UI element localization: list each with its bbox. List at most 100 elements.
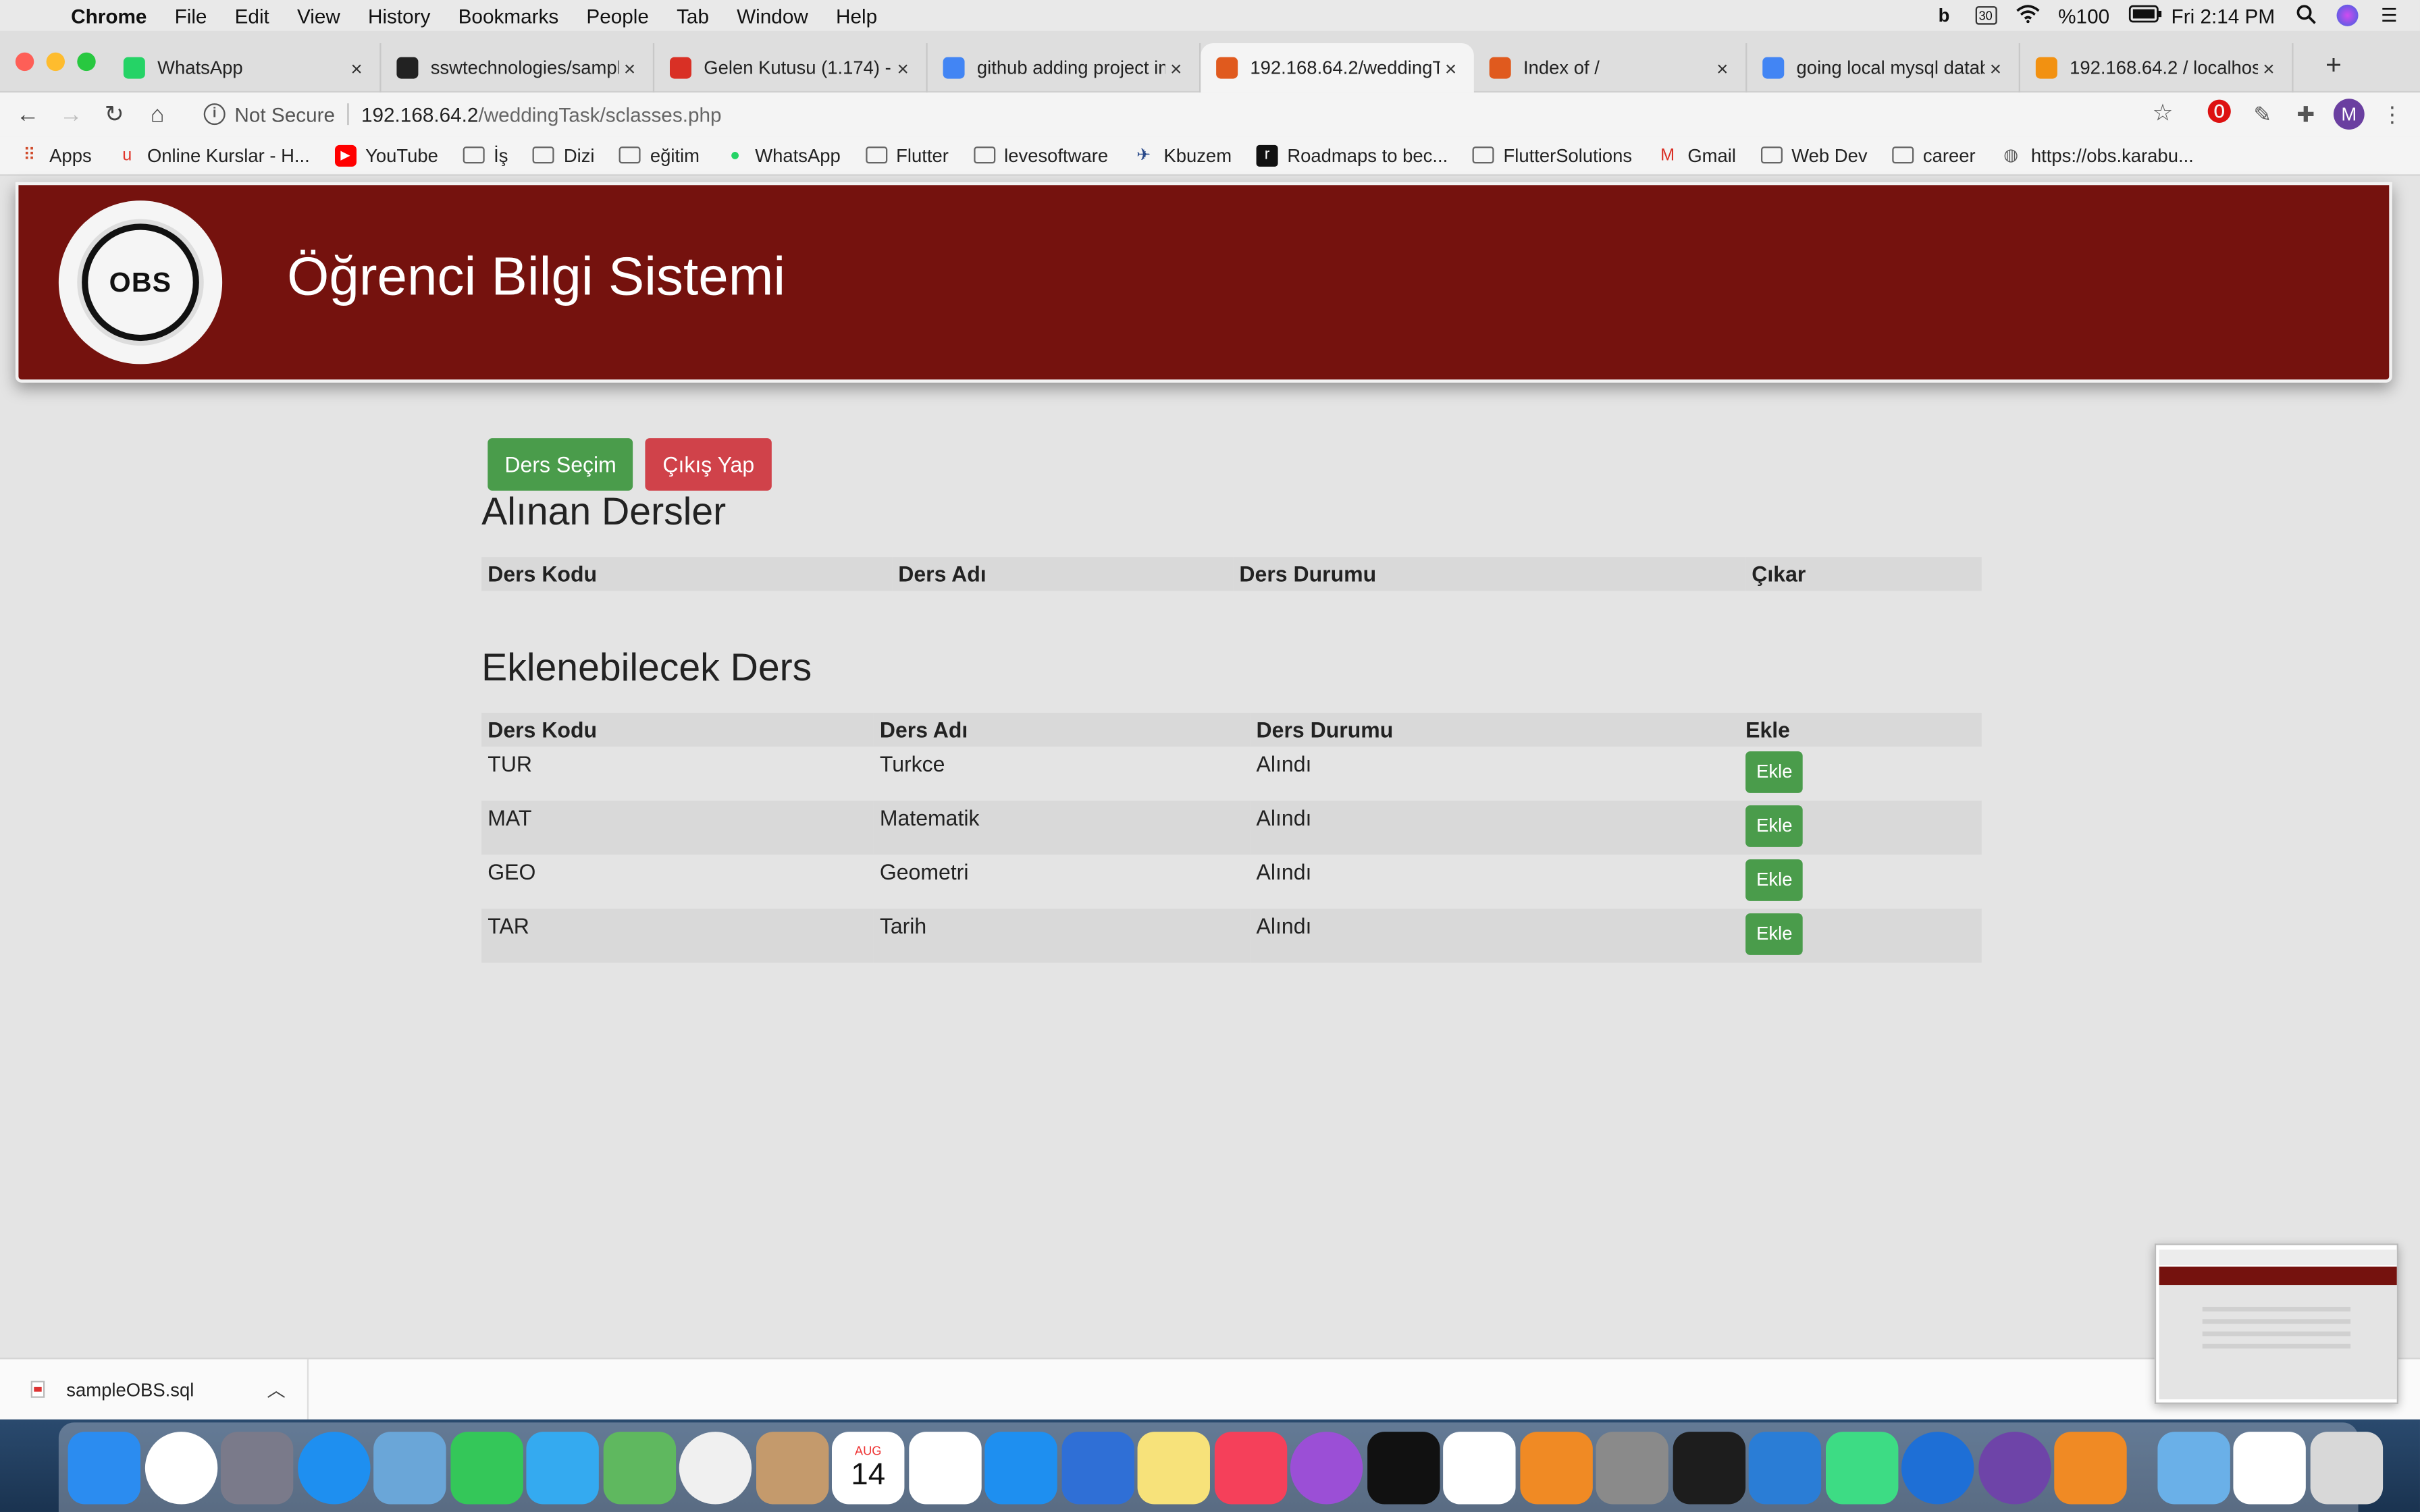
chrome-menu-icon[interactable]: ⋮ bbox=[2377, 99, 2408, 130]
menu-history[interactable]: History bbox=[368, 4, 430, 27]
notes-icon[interactable] bbox=[1137, 1430, 1210, 1504]
close-tab-icon[interactable]: × bbox=[892, 56, 914, 79]
bookmark-item[interactable]: M Gmail bbox=[1657, 144, 1736, 166]
close-tab-icon[interactable]: × bbox=[619, 56, 641, 79]
preview-icon[interactable] bbox=[373, 1430, 446, 1504]
android-studio-icon[interactable] bbox=[1824, 1430, 1898, 1504]
bookmark-item[interactable]: Web Dev bbox=[1760, 144, 1868, 166]
tab-2[interactable]: sswtechnologies/sample × bbox=[382, 43, 655, 93]
bookmark-item[interactable]: u Online Kurslar - H... bbox=[116, 144, 310, 166]
battery-icon[interactable] bbox=[2128, 5, 2161, 26]
bookmark-item[interactable]: levesoftware bbox=[973, 144, 1108, 166]
menu-file[interactable]: File bbox=[175, 4, 207, 27]
bookmark-star-icon[interactable]: ☆ bbox=[2153, 99, 2174, 127]
add-course-button[interactable]: Ekle bbox=[1745, 913, 1804, 955]
spotlight-search-icon[interactable] bbox=[2294, 5, 2319, 26]
garageband-icon[interactable] bbox=[1519, 1430, 1592, 1504]
maps-icon[interactable] bbox=[602, 1430, 675, 1504]
add-course-button[interactable]: Ekle bbox=[1745, 805, 1804, 847]
music-icon[interactable] bbox=[1213, 1430, 1287, 1504]
podcasts-icon[interactable] bbox=[1290, 1430, 1363, 1504]
download-item[interactable]: sampleOBS.sql ︿ bbox=[0, 1358, 309, 1420]
reload-icon[interactable]: ↻ bbox=[93, 101, 136, 128]
battery-percent[interactable]: %100 bbox=[2058, 4, 2109, 27]
finder-icon[interactable] bbox=[68, 1430, 140, 1504]
menu-view[interactable]: View bbox=[297, 4, 340, 27]
menu-tab[interactable]: Tab bbox=[677, 4, 709, 27]
trash-icon[interactable] bbox=[2309, 1430, 2382, 1504]
new-tab-button[interactable]: + bbox=[2315, 49, 2352, 82]
tab-4[interactable]: github adding project im × bbox=[928, 43, 1201, 93]
menu-app-name[interactable]: Chrome bbox=[71, 4, 147, 27]
contacts-icon[interactable] bbox=[755, 1430, 828, 1504]
bookmark-item[interactable]: Dizi bbox=[533, 144, 595, 166]
menu-help[interactable]: Help bbox=[836, 4, 877, 27]
bookmark-item[interactable]: FlutterSolutions bbox=[1472, 144, 1632, 166]
terminal-icon[interactable] bbox=[1672, 1430, 1745, 1504]
close-tab-icon[interactable]: × bbox=[1165, 56, 1187, 79]
home-icon[interactable]: ⌂ bbox=[136, 101, 179, 128]
facetime-icon[interactable] bbox=[450, 1430, 523, 1504]
bookmark-item[interactable]: eğitim bbox=[619, 144, 700, 166]
vscode-icon[interactable] bbox=[1748, 1430, 1822, 1504]
bookmark-item[interactable]: ◍ https://obs.karabu... bbox=[2000, 144, 2194, 166]
github-desktop-icon[interactable] bbox=[1978, 1430, 2051, 1504]
numbers-icon[interactable] bbox=[1443, 1430, 1516, 1504]
back-icon[interactable]: ← bbox=[6, 101, 49, 128]
tab-1[interactable]: WhatsApp × bbox=[108, 43, 382, 93]
calendar-icon[interactable]: AUG 14 bbox=[831, 1430, 905, 1504]
tab-8[interactable]: 192.168.64.2 / localhost × bbox=[2020, 43, 2294, 93]
close-tab-icon[interactable]: × bbox=[1440, 56, 1462, 79]
add-course-button[interactable]: Ekle bbox=[1745, 859, 1804, 901]
downloads-folder-icon[interactable] bbox=[2157, 1430, 2230, 1504]
tab-5[interactable]: 192.168.64.2/weddingTa × bbox=[1201, 43, 1474, 93]
notification-center-icon[interactable]: ☰ bbox=[2377, 5, 2402, 26]
bookmark-item[interactable]: ● WhatsApp bbox=[725, 144, 841, 166]
photos-icon[interactable] bbox=[679, 1430, 752, 1504]
wifi-icon[interactable] bbox=[2015, 5, 2040, 26]
bookmark-item[interactable]: ✈ Kbuzem bbox=[1133, 144, 1232, 166]
xcode-icon[interactable] bbox=[1061, 1430, 1134, 1504]
maximize-window-button[interactable] bbox=[77, 52, 96, 72]
menu-window[interactable]: Window bbox=[737, 4, 808, 27]
close-tab-icon[interactable]: × bbox=[1712, 56, 1733, 79]
safari-icon[interactable] bbox=[296, 1430, 370, 1504]
url-text[interactable]: 192.168.64.2/weddingTask/sclasses.php bbox=[361, 103, 722, 126]
logout-button[interactable]: Çıkış Yap bbox=[646, 438, 772, 491]
apple-tv-icon[interactable] bbox=[1366, 1430, 1440, 1504]
bookmark-item[interactable]: ⠿ Apps bbox=[18, 144, 91, 166]
add-course-button[interactable]: Ekle bbox=[1745, 751, 1804, 793]
opera-vpn-icon[interactable]: ⓿ bbox=[2204, 99, 2235, 130]
forward-icon[interactable]: → bbox=[49, 101, 93, 128]
launchpad-icon[interactable] bbox=[220, 1430, 294, 1504]
b-app-icon[interactable]: b bbox=[1932, 5, 1957, 26]
tab-3[interactable]: Gelen Kutusu (1.174) - le × bbox=[654, 43, 928, 93]
tab-6[interactable]: Index of / × bbox=[1474, 43, 1747, 93]
bookmark-item[interactable]: İş bbox=[463, 144, 508, 166]
close-tab-icon[interactable]: × bbox=[2258, 56, 2280, 79]
profile-avatar[interactable]: M bbox=[2333, 99, 2365, 130]
system-preferences-icon[interactable] bbox=[1596, 1430, 1668, 1504]
recent-document-icon[interactable] bbox=[2233, 1430, 2306, 1504]
address-bar[interactable]: i Not Secure 192.168.64.2/weddingTask/sc… bbox=[191, 95, 2192, 133]
menu-edit[interactable]: Edit bbox=[235, 4, 269, 27]
sourcetree-icon[interactable] bbox=[1901, 1430, 1974, 1504]
extensions-puzzle-icon[interactable]: ✚ bbox=[2290, 99, 2321, 130]
xampp-icon[interactable] bbox=[2054, 1430, 2127, 1504]
bookmark-item[interactable]: ▶ YouTube bbox=[334, 144, 438, 166]
siri-icon[interactable] bbox=[2336, 4, 2359, 26]
close-tab-icon[interactable]: × bbox=[346, 56, 367, 79]
close-window-button[interactable] bbox=[15, 52, 34, 72]
course-selection-button[interactable]: Ders Seçim bbox=[488, 438, 633, 491]
screenshot-thumbnail[interactable] bbox=[2154, 1243, 2398, 1404]
chrome-icon[interactable] bbox=[144, 1430, 217, 1504]
bookmark-item[interactable]: r Roadmaps to bec... bbox=[1256, 144, 1448, 166]
minimize-window-button[interactable] bbox=[46, 52, 65, 72]
close-tab-icon[interactable]: × bbox=[1984, 56, 2006, 79]
chevron-up-icon[interactable]: ︿ bbox=[267, 1376, 285, 1403]
reminders-icon[interactable] bbox=[908, 1430, 981, 1504]
messages-icon[interactable] bbox=[526, 1430, 599, 1504]
app-store-icon[interactable] bbox=[984, 1430, 1057, 1504]
bookmark-item[interactable]: Flutter bbox=[865, 144, 949, 166]
bookmark-item[interactable]: career bbox=[1892, 144, 1976, 166]
